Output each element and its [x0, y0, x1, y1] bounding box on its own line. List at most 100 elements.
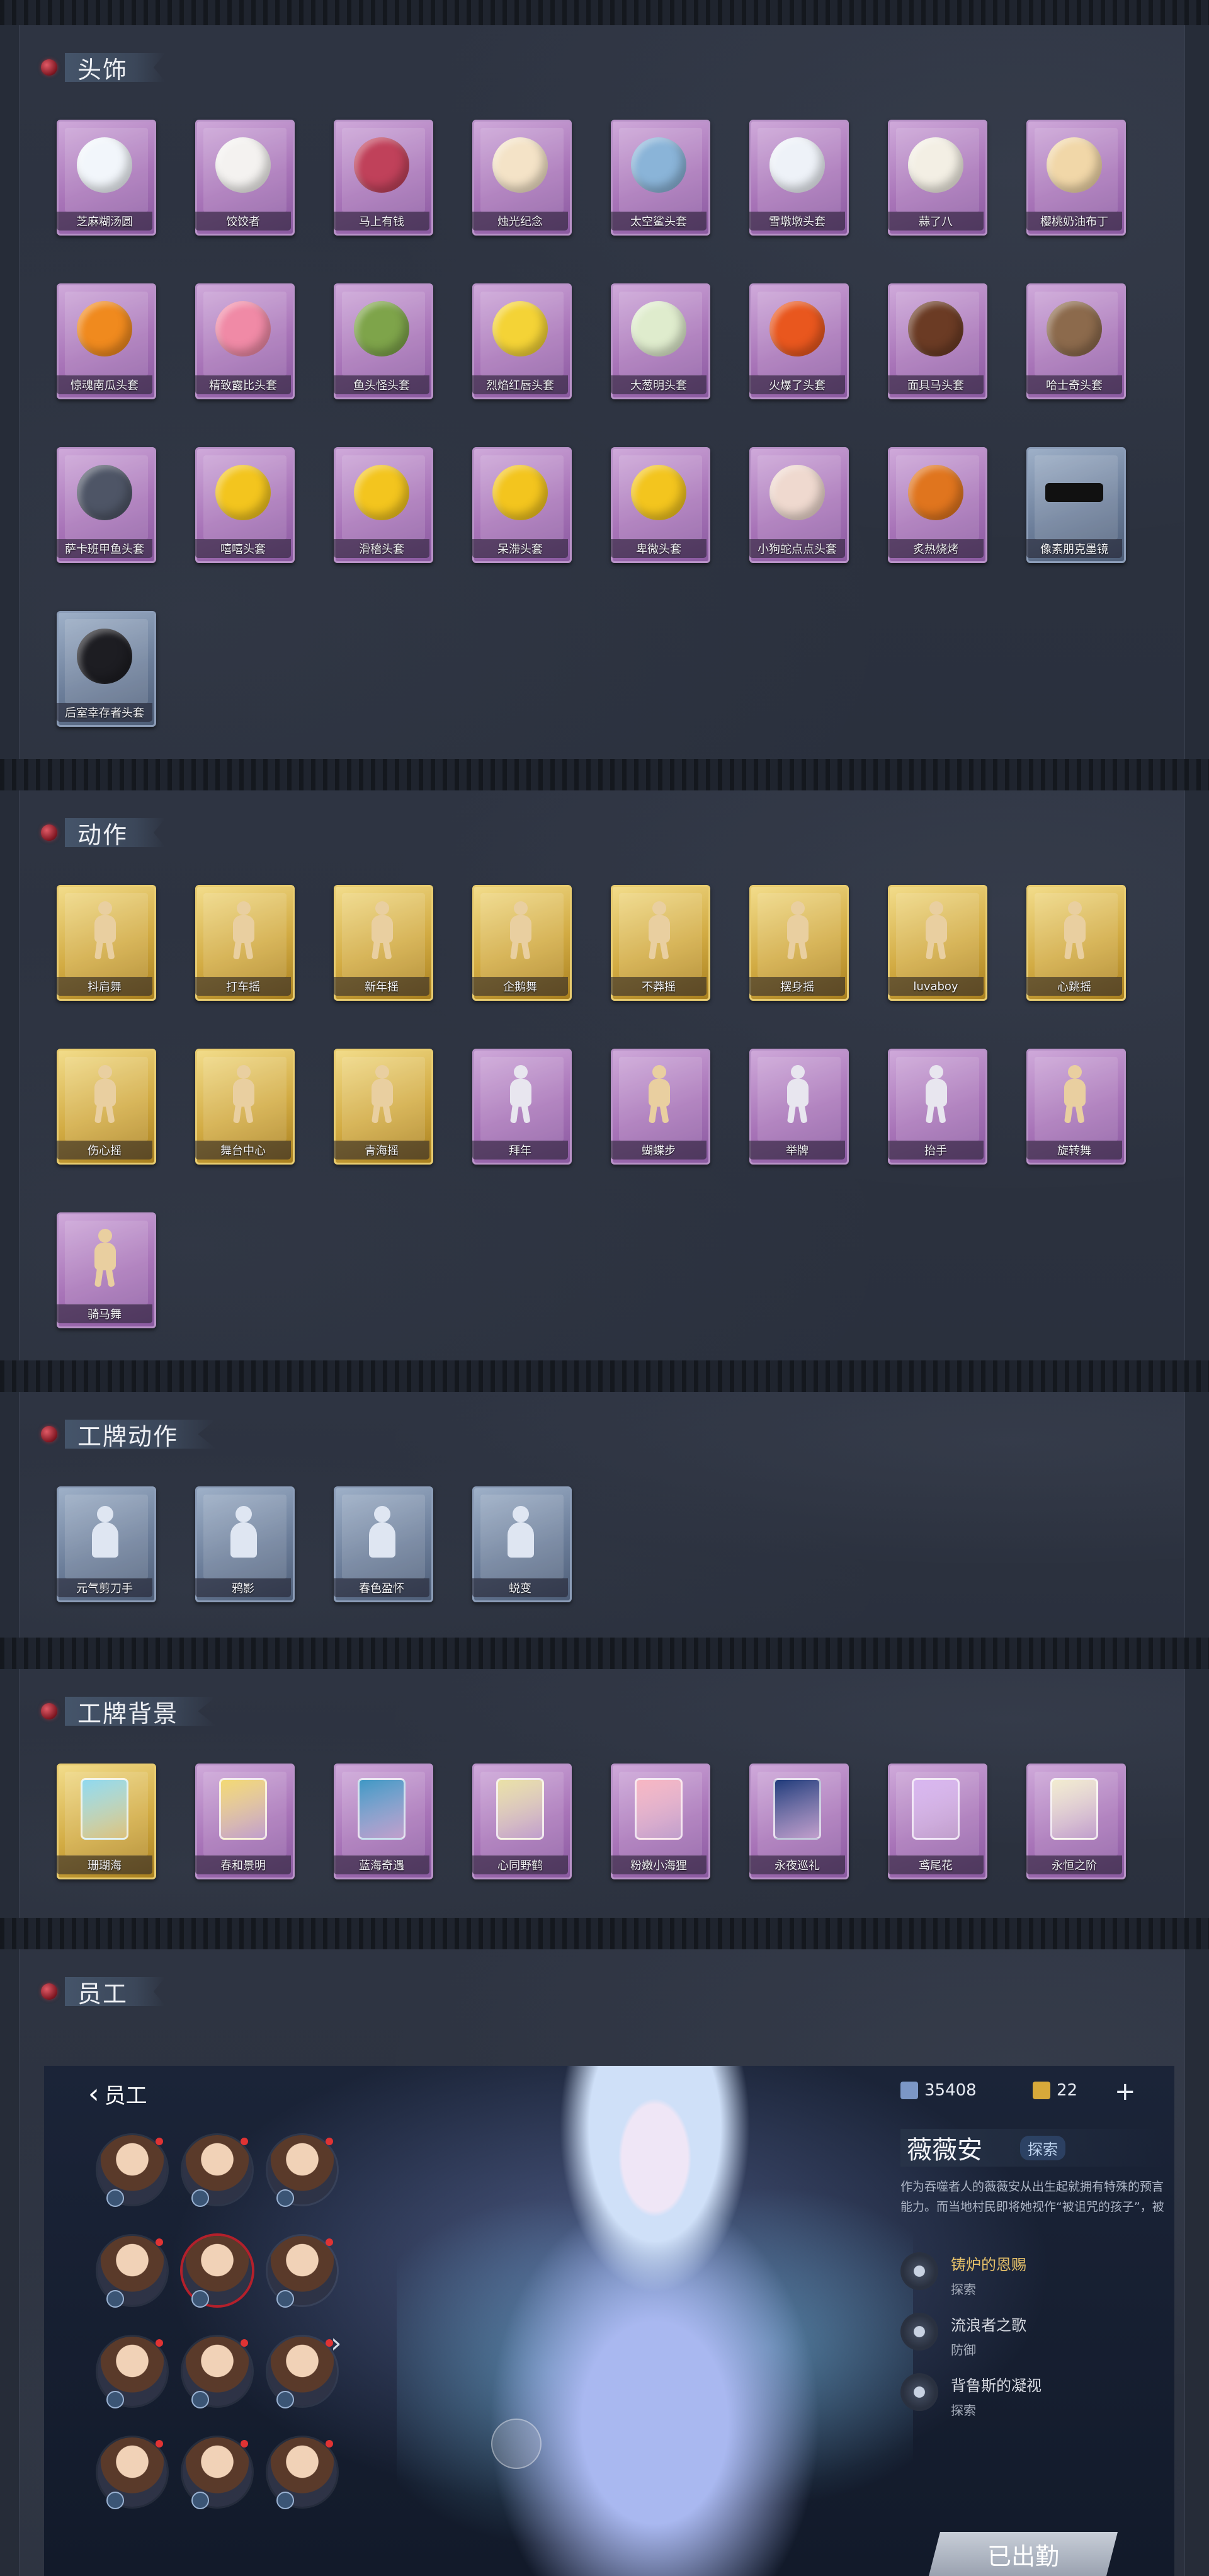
character-avatar[interactable] — [268, 2236, 337, 2308]
character-badge-icon — [491, 2419, 542, 2469]
collection-item[interactable]: 后室幸存者头套 — [54, 611, 156, 737]
collection-item[interactable]: 蓝海奇遇 — [331, 1764, 433, 1889]
character-avatar[interactable] — [98, 2236, 167, 2308]
collection-item[interactable]: 卑微头套 — [608, 447, 710, 573]
item-label: 新年摇 — [334, 977, 429, 996]
collection-item[interactable]: 青海摇 — [331, 1049, 433, 1175]
collection-item[interactable]: 不莽摇 — [608, 885, 710, 1011]
collection-item[interactable]: 面具马头套 — [885, 283, 987, 409]
collection-item[interactable]: luvaboy — [885, 885, 987, 1011]
item-label: 芝麻糊汤圆 — [57, 212, 152, 231]
character-avatar[interactable] — [268, 2437, 337, 2509]
item-label: 火爆了头套 — [749, 375, 845, 394]
gold-ingot-icon — [1033, 2082, 1050, 2099]
collection-item[interactable]: 心跳摇 — [1024, 885, 1126, 1011]
trait-item[interactable]: 铸炉的恩赐 探索 — [900, 2252, 1165, 2298]
collection-item[interactable]: 鱼头怪头套 — [331, 283, 433, 409]
collection-item[interactable]: 芝麻糊汤圆 — [54, 120, 156, 246]
collection-item[interactable]: 抖肩舞 — [54, 885, 156, 1011]
collection-item[interactable]: 呆滞头套 — [470, 447, 572, 573]
collection-item[interactable]: 鸢尾花 — [885, 1764, 987, 1889]
collection-item[interactable]: 拜年 — [470, 1049, 572, 1175]
chevron-right-icon[interactable]: › — [331, 2327, 342, 2359]
character-avatar[interactable] — [98, 2135, 167, 2207]
item-label: 马上有钱 — [334, 212, 429, 231]
collection-item[interactable]: 摆身摇 — [747, 885, 849, 1011]
collection-item[interactable]: 火爆了头套 — [747, 283, 849, 409]
collection-item[interactable]: 大葱明头套 — [608, 283, 710, 409]
collection-item[interactable]: 哈士奇头套 — [1024, 283, 1126, 409]
collection-item[interactable]: 骑马舞 — [54, 1212, 156, 1338]
husky-icon — [1043, 297, 1106, 360]
card-plate-icon — [212, 1777, 275, 1840]
class-icon — [191, 2290, 209, 2308]
collection-item[interactable]: 萨卡班甲鱼头套 — [54, 447, 156, 573]
character-avatar[interactable] — [183, 2437, 252, 2509]
trait-item[interactable]: 背鲁斯的凝视 探索 — [900, 2373, 1165, 2419]
collection-item[interactable]: 蒜了八 — [885, 120, 987, 246]
torn-edge — [0, 759, 1209, 790]
collection-item[interactable]: 企鹅舞 — [470, 885, 572, 1011]
character-avatar[interactable] — [183, 2135, 252, 2207]
ghost-pose-icon — [904, 1063, 967, 1126]
character-avatar[interactable] — [183, 2337, 252, 2408]
collection-item[interactable]: 太空鲨头套 — [608, 120, 710, 246]
collection-item[interactable]: 烛光纪念 — [470, 120, 572, 246]
character-avatar[interactable] — [268, 2337, 337, 2408]
collection-item[interactable]: 雪墩墩头套 — [747, 120, 849, 246]
character-avatar[interactable] — [268, 2135, 337, 2207]
collection-item[interactable]: 粉嫩小海狸 — [608, 1764, 710, 1889]
collection-item[interactable]: 举牌 — [747, 1049, 849, 1175]
collection-item[interactable]: 马上有钱 — [331, 120, 433, 246]
collection-item[interactable]: 心同野鹤 — [470, 1764, 572, 1889]
collection-item[interactable]: 珊瑚海 — [54, 1764, 156, 1889]
collection-item[interactable]: 新年摇 — [331, 885, 433, 1011]
dispatch-button[interactable]: 已出勤 — [929, 2532, 1118, 2576]
collection-item[interactable]: 舞台中心 — [193, 1049, 295, 1175]
collection-item[interactable]: 嘻嘻头套 — [193, 447, 295, 573]
collection-item[interactable]: 烈焰红唇头套 — [470, 283, 572, 409]
character-roster — [82, 2129, 372, 2576]
collection-item[interactable]: 鸦影 — [193, 1486, 295, 1612]
collection-item[interactable]: 樱桃奶油布丁 — [1024, 120, 1126, 246]
section-title: 头饰 — [65, 53, 166, 82]
item-label: 哈士奇头套 — [1026, 375, 1122, 394]
collection-item[interactable]: 旋转舞 — [1024, 1049, 1126, 1175]
character-avatar-selected[interactable] — [183, 2236, 252, 2308]
item-label: 精致露比头套 — [195, 375, 291, 394]
item-label: 鸢尾花 — [888, 1855, 984, 1874]
character-name-row: 薇薇安 探索 — [900, 2129, 1165, 2167]
currency-clues: 35408 — [900, 2081, 977, 2100]
collection-item[interactable]: 惊魂南瓜头套 — [54, 283, 156, 409]
collection-item[interactable]: 精致露比头套 — [193, 283, 295, 409]
collection-item[interactable]: 打车摇 — [193, 885, 295, 1011]
trait-type: 探索 — [951, 2403, 976, 2418]
trait-item[interactable]: 流浪者之歌 防御 — [900, 2313, 1165, 2358]
collection-item[interactable]: 永恒之阶 — [1024, 1764, 1126, 1889]
collection-item[interactable]: 元气剪刀手 — [54, 1486, 156, 1612]
notification-dot — [241, 2339, 248, 2347]
dance-pose-icon — [627, 899, 690, 962]
badge-actions-section: 工牌动作 元气剪刀手 鸦影 春色盈怀 蜕变 — [19, 1392, 1185, 1638]
character-avatar[interactable] — [98, 2337, 167, 2408]
item-label: 舞台中心 — [195, 1141, 291, 1160]
back-button[interactable]: ‹ 员工 — [88, 2078, 147, 2109]
collection-item[interactable]: 春色盈怀 — [331, 1486, 433, 1612]
trait-type: 探索 — [951, 2282, 976, 2297]
collection-item[interactable]: 伤心摇 — [54, 1049, 156, 1175]
collection-item[interactable]: 蜕变 — [470, 1486, 572, 1612]
ghost-pose-icon — [489, 1063, 552, 1126]
collection-item[interactable]: 滑稽头套 — [331, 447, 433, 573]
collection-item[interactable]: 饺饺者 — [193, 120, 295, 246]
character-avatar[interactable] — [98, 2437, 167, 2509]
item-label: 永恒之阶 — [1026, 1855, 1122, 1874]
collection-item[interactable]: 永夜巡礼 — [747, 1764, 849, 1889]
collection-item[interactable]: 蝴蝶步 — [608, 1049, 710, 1175]
collection-item[interactable]: 小狗蛇点点头套 — [747, 447, 849, 573]
collection-item[interactable]: 炙热烧烤 — [885, 447, 987, 573]
item-label: 摆身摇 — [749, 977, 845, 996]
collection-item[interactable]: 抬手 — [885, 1049, 987, 1175]
collection-item[interactable]: 像素朋克墨镜 — [1024, 447, 1126, 573]
add-currency-button[interactable]: + — [1115, 2077, 1136, 2106]
collection-item[interactable]: 春和景明 — [193, 1764, 295, 1889]
